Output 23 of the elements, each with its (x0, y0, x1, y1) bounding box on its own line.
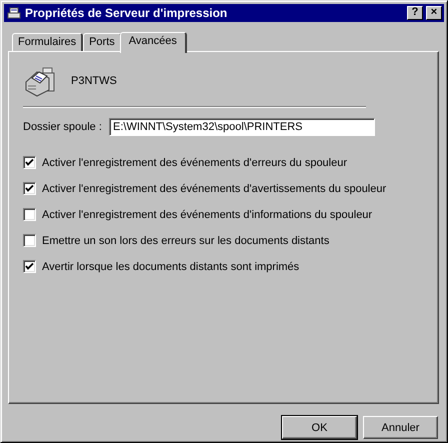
input-field[interactable]: E:\WINNT\System32\spool\PRINTERS (109, 118, 375, 136)
server-name: P3NTWS (71, 74, 117, 87)
cancel-button[interactable]: Annuler (363, 416, 438, 439)
checkbox-label: Activer l'enregistrement des événements d'informations du spouleur (42, 208, 372, 221)
tab[interactable]: Formulaires (12, 32, 84, 51)
help-button[interactable]: ? (407, 6, 423, 20)
printer-icon (6, 6, 22, 20)
checkbox[interactable] (23, 208, 36, 222)
checkbox-label: Emettre un son lors des erreurs sur les documents distants (42, 234, 330, 247)
checkbox[interactable] (23, 182, 36, 196)
field-label: Dossier spoule : (23, 120, 103, 133)
close-button[interactable]: × (426, 6, 442, 20)
tab[interactable]: Avancées (120, 32, 187, 53)
checkbox-label: Avertir lorsque les documents distants sont imprimés (42, 260, 300, 273)
printer-icon (23, 64, 57, 97)
checkbox[interactable] (23, 260, 36, 274)
window-title: Propriétés de Serveur d'impression (25, 6, 228, 20)
ok-button[interactable]: OK (282, 416, 357, 439)
checkbox[interactable] (23, 156, 36, 170)
checkbox-label: Activer l'enregistrement des événements d'erreurs du spouleur (42, 156, 348, 169)
checkbox[interactable] (23, 234, 36, 248)
tab[interactable]: Ports (83, 32, 122, 51)
checkbox-label: Activer l'enregistrement des événements d'avertissements du spouleur (42, 182, 386, 195)
